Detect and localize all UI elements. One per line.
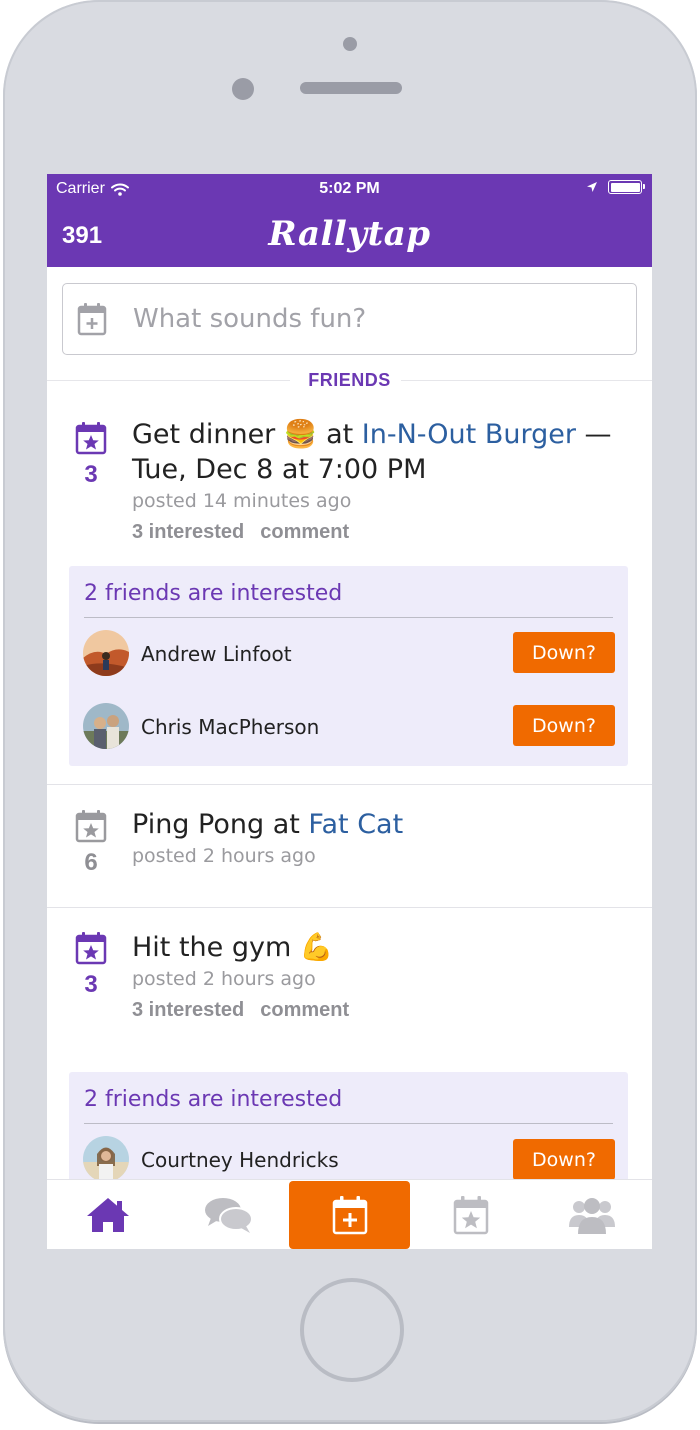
home-button[interactable] bbox=[300, 1278, 404, 1382]
calendar-plus-icon bbox=[332, 1196, 367, 1235]
posted-time: posted 2 hours ago bbox=[132, 845, 316, 867]
post-title-text: Hit the gym 💪 bbox=[132, 932, 334, 963]
friend-name: Courtney Hendricks bbox=[141, 1148, 339, 1172]
calendar-star-icon bbox=[453, 1196, 488, 1235]
post-title: Get dinner 🍔 at In-N-Out Burger — Tue, D… bbox=[132, 417, 632, 487]
post-body: Ping Pong at Fat Cat posted 2 hours ago bbox=[132, 807, 632, 867]
comment-link[interactable]: comment bbox=[260, 999, 349, 1022]
event-post[interactable]: 3 Get dinner 🍔 at In-N-Out Burger — Tue,… bbox=[47, 409, 652, 784]
app-header: Carrier 5:02 PM 391 Rallytap bbox=[47, 174, 652, 267]
calendar-star-icon[interactable] bbox=[75, 809, 107, 843]
interest-count: 6 bbox=[84, 849, 98, 876]
post-icon-group: 3 bbox=[75, 421, 107, 489]
friend-row: Chris MacPherson Down? bbox=[69, 691, 628, 764]
post-title: Hit the gym 💪 bbox=[132, 930, 632, 965]
friend-row: Andrew Linfoot Down? bbox=[69, 618, 628, 691]
comment-link[interactable]: comment bbox=[260, 521, 349, 544]
down-button[interactable]: Down? bbox=[513, 705, 615, 746]
calendar-star-icon[interactable] bbox=[75, 931, 107, 965]
section-label-friends: FRIENDS bbox=[308, 370, 391, 390]
interest-count: 3 bbox=[84, 461, 98, 488]
interested-link[interactable]: 3 interested bbox=[132, 999, 244, 1022]
friends-icon bbox=[568, 1198, 615, 1234]
friend-name: Andrew Linfoot bbox=[141, 642, 292, 666]
location-arrow-icon bbox=[587, 182, 597, 192]
post-body: Hit the gym 💪 posted 2 hours ago 3 inter… bbox=[132, 930, 632, 1022]
interest-count: 3 bbox=[84, 971, 98, 998]
post-actions: 3 interested comment bbox=[132, 999, 632, 1022]
home-icon bbox=[86, 1198, 129, 1232]
clock: 5:02 PM bbox=[319, 180, 380, 197]
calendar-star-icon[interactable] bbox=[75, 421, 107, 455]
earpiece-speaker bbox=[300, 82, 402, 94]
tab-create-event[interactable] bbox=[289, 1181, 410, 1249]
calendar-plus-icon bbox=[77, 303, 107, 336]
posted-time: posted 14 minutes ago bbox=[132, 490, 352, 512]
feed[interactable]: FRIENDS 3 Get dinner 🍔 at In-N-Out Burge… bbox=[47, 267, 652, 1179]
status-right bbox=[586, 180, 645, 194]
post-body: Get dinner 🍔 at In-N-Out Burger — Tue, D… bbox=[132, 417, 632, 544]
posted-time: posted 2 hours ago bbox=[132, 968, 316, 990]
venue-link[interactable]: In-N-Out Burger bbox=[362, 419, 576, 450]
friend-name: Chris MacPherson bbox=[141, 715, 320, 739]
app-screen: Carrier 5:02 PM 391 Rallytap What sounds… bbox=[47, 174, 652, 1249]
friends-section-divider: FRIENDS bbox=[47, 365, 652, 399]
friends-interested-panel: 2 friends are interested Courtney Hendri… bbox=[69, 1072, 628, 1179]
battery-icon bbox=[608, 180, 645, 194]
avatar[interactable] bbox=[83, 1136, 129, 1179]
tab-my-events[interactable] bbox=[410, 1180, 531, 1249]
search-box[interactable] bbox=[62, 283, 637, 355]
avatar[interactable] bbox=[83, 630, 129, 676]
chat-icon bbox=[204, 1198, 253, 1233]
tab-friends[interactable] bbox=[531, 1180, 652, 1249]
event-post[interactable]: 6 Ping Pong at Fat Cat posted 2 hours ag… bbox=[47, 785, 652, 907]
tab-home[interactable] bbox=[47, 1180, 168, 1249]
post-title-text: Get dinner 🍔 at bbox=[132, 419, 362, 450]
friend-row: Courtney Hendricks Down? bbox=[69, 1124, 628, 1179]
app-title: Rallytap bbox=[268, 214, 431, 254]
event-post[interactable]: 3 Hit the gym 💪 posted 2 hours ago 3 int… bbox=[47, 908, 652, 1179]
post-title: Ping Pong at Fat Cat bbox=[132, 807, 632, 842]
friends-interested-header: 2 friends are interested bbox=[84, 566, 613, 618]
post-icon-group: 3 bbox=[75, 931, 107, 999]
post-title-text: Ping Pong at bbox=[132, 809, 309, 840]
proximity-sensor bbox=[232, 78, 254, 100]
post-icon-group: 6 bbox=[75, 809, 107, 877]
down-button[interactable]: Down? bbox=[513, 1139, 615, 1179]
tab-bar bbox=[47, 1179, 652, 1249]
friends-interested-panel: 2 friends are interested Andrew Linfoot … bbox=[69, 566, 628, 766]
down-button[interactable]: Down? bbox=[513, 632, 615, 673]
venue-link[interactable]: Fat Cat bbox=[308, 809, 403, 840]
tab-chats[interactable] bbox=[168, 1180, 289, 1249]
post-actions: 3 interested comment bbox=[132, 521, 632, 544]
status-bar: Carrier 5:02 PM bbox=[47, 174, 652, 204]
search-input[interactable] bbox=[133, 304, 573, 334]
front-camera bbox=[343, 37, 357, 51]
friends-interested-header: 2 friends are interested bbox=[84, 1072, 613, 1124]
interested-link[interactable]: 3 interested bbox=[132, 521, 244, 544]
avatar[interactable] bbox=[83, 703, 129, 749]
